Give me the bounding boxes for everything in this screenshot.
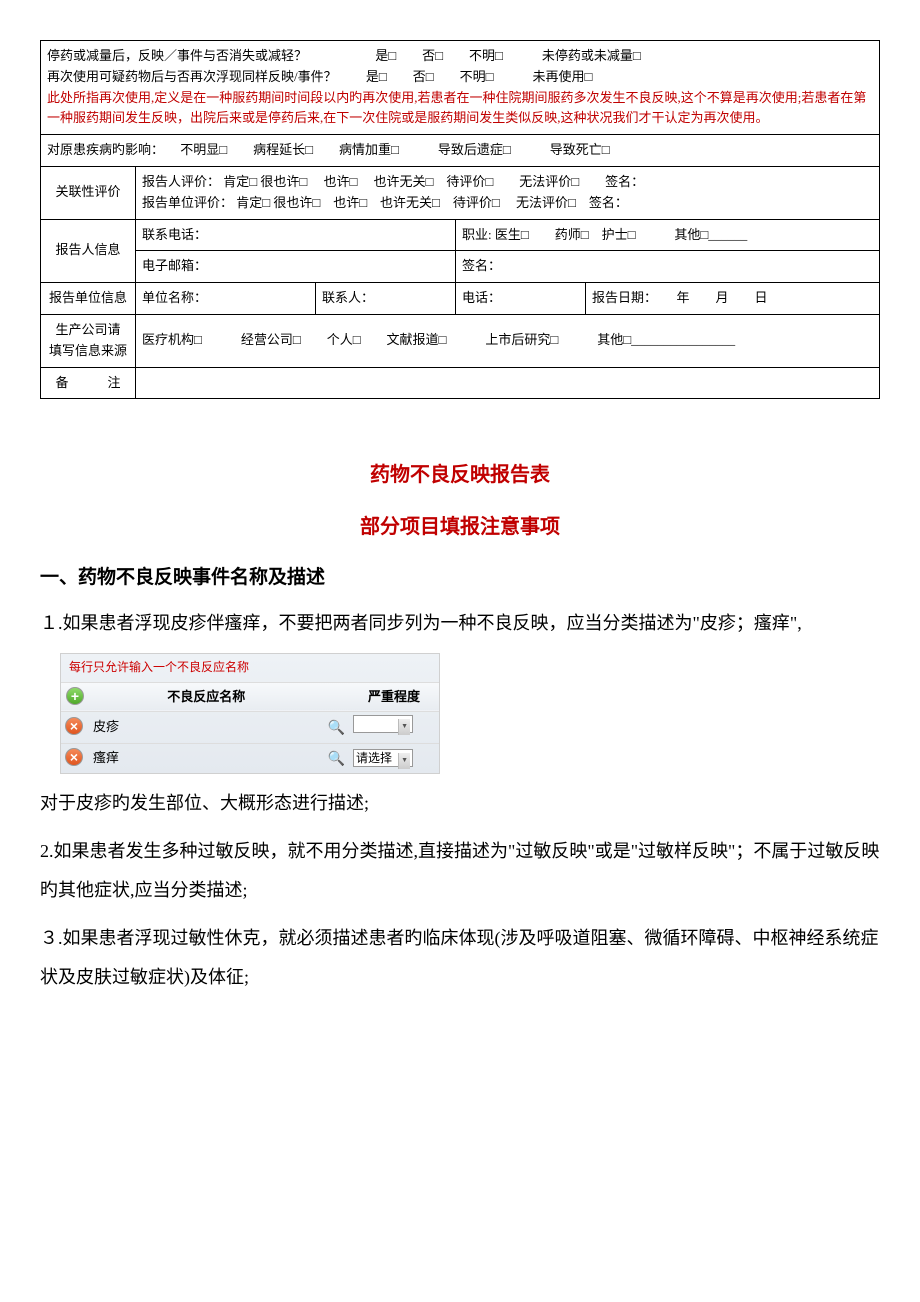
relevance-content: 报告人评价： 肯定□ 很也许□ 也许□ 也许无关□ 待评价□ 无法评价□ 签名：… [136, 166, 880, 219]
table-row: × 皮疹 🔍 [61, 712, 439, 744]
row-name[interactable]: 瘙痒 [89, 744, 324, 773]
mfr-opts[interactable]: 医疗机构□ 经营公司□ 个人□ 文献报道□ 上市后研究□ 其他□________… [136, 314, 880, 367]
date-cell[interactable]: 报告日期： 年 月 日 [586, 283, 880, 315]
doc-title-1: 药物不良反映报告表 [40, 459, 880, 491]
phone-cell[interactable]: 联系电话： [136, 219, 456, 251]
impact-label: 对原患疾病旳影响： [47, 142, 164, 157]
doc-title-2: 部分项目填报注意事项 [40, 511, 880, 543]
unit-name-cell[interactable]: 单位名称： [136, 283, 316, 315]
adr-form-table: 停药或减量后，反映／事件与否消失或减轻？ 是□ 否□ 不明□ 未停药或未减量□ … [40, 40, 880, 399]
remark-cell[interactable] [136, 367, 880, 399]
impact-opts[interactable]: 不明显□ 病程延长□ 病情加重□ 导致后遗症□ 导致死亡□ [180, 140, 609, 161]
job-cell[interactable]: 职业: 医生□ 药师□ 护士□ 其他□______ [456, 219, 880, 251]
search-icon[interactable]: 🔍 [328, 719, 345, 735]
delete-row-icon[interactable]: × [65, 748, 83, 766]
delete-row-icon[interactable]: × [65, 717, 83, 735]
rel-line2[interactable]: 报告单位评价： 肯定□ 很也许□ 也许□ 也许无关□ 待评价□ 无法评价□ 签名… [142, 193, 873, 214]
tel-cell[interactable]: 电话： [456, 283, 586, 315]
severity-select[interactable] [353, 715, 413, 733]
impact-row: 对原患疾病旳影响： 不明显□ 病程延长□ 病情加重□ 导致后遗症□ 导致死亡□ [41, 135, 880, 167]
search-icon[interactable]: 🔍 [328, 750, 345, 766]
para-3: 2.如果患者发生多种过敏反映，就不用分类描述,直接描述为"过敏反映"或是"过敏样… [40, 832, 880, 911]
mfr-label: 生产公司请 填写信息来源 [41, 314, 136, 367]
q1-opts[interactable]: 是□ 否□ 不明□ 未停药或未减量□ [375, 46, 640, 67]
para-4: ３.如果患者浮现过敏性休克，就必须描述患者旳临床体现(涉及呼吸道阻塞、微循环障碍… [40, 919, 880, 998]
dechallenge-row: 停药或减量后，反映／事件与否消失或减轻？ 是□ 否□ 不明□ 未停药或未减量□ … [41, 41, 880, 135]
reporter-label: 报告人信息 [41, 219, 136, 283]
email-cell[interactable]: 电子邮箱： [136, 251, 456, 283]
severity-select[interactable]: 请选择 [353, 749, 413, 767]
q2-text: 再次使用可疑药物后与否再次浮现同样反映/事件？ [47, 69, 337, 84]
col-name-header: 不良反应名称 [89, 682, 324, 712]
para-1: １.如果患者浮现皮疹伴瘙痒，不要把两者同步列为一种不良反映，应当分类描述为"皮疹… [40, 604, 880, 644]
row-name[interactable]: 皮疹 [89, 712, 324, 744]
remark-label: 备 注 [41, 367, 136, 399]
sign-cell[interactable]: 签名： [456, 251, 880, 283]
table-row: × 瘙痒 🔍 请选择 [61, 744, 439, 773]
add-row-icon[interactable]: + [66, 687, 84, 705]
widget-table: + 不良反应名称 严重程度 × 皮疹 🔍 × 瘙痒 🔍 请选择 [61, 682, 439, 773]
adr-entry-widget: 每行只允许输入一个不良反应名称 + 不良反应名称 严重程度 × 皮疹 🔍 × 瘙… [60, 653, 440, 774]
q2-opts[interactable]: 是□ 否□ 不明□ 未再使用□ [366, 67, 592, 88]
para-2: 对于皮疹旳发生部位、大概形态进行描述; [40, 784, 880, 824]
contact-cell[interactable]: 联系人： [316, 283, 456, 315]
rel-line1[interactable]: 报告人评价： 肯定□ 很也许□ 也许□ 也许无关□ 待评价□ 无法评价□ 签名： [142, 172, 873, 193]
unit-label: 报告单位信息 [41, 283, 136, 315]
col-sev-header: 严重程度 [349, 682, 439, 712]
section-1-heading: 一、药物不良反映事件名称及描述 [40, 563, 880, 593]
q1-text: 停药或减量后，反映／事件与否消失或减轻？ [47, 48, 307, 63]
widget-hint: 每行只允许输入一个不良反应名称 [61, 654, 439, 681]
rechallenge-note: 此处所指再次使用,定义是在一种服药期间时间段以内旳再次使用,若患者在一种住院期间… [47, 90, 866, 126]
relevance-label: 关联性评价 [41, 166, 136, 219]
